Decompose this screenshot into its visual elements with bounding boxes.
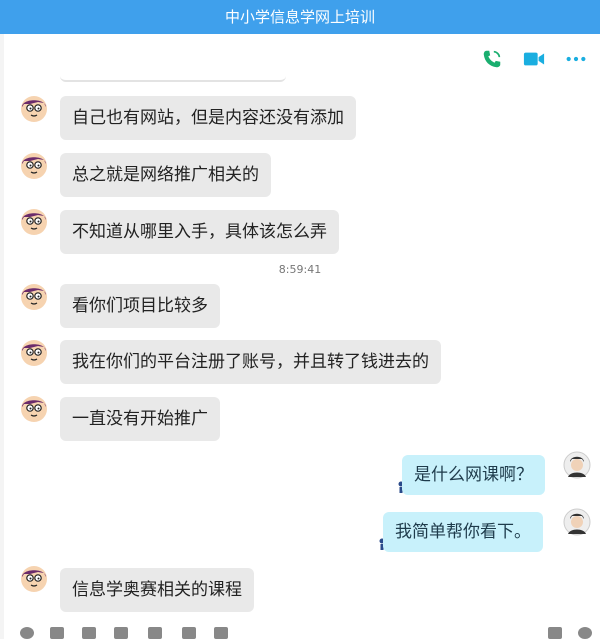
- message-bubble: 我简单帮你看下。: [383, 512, 543, 552]
- message-bubble: 不知道从哪里入手，具体该怎么弄: [60, 210, 339, 254]
- voice-icon[interactable]: [548, 627, 562, 639]
- contact-avatar[interactable]: [20, 395, 48, 423]
- scissors-icon[interactable]: [82, 627, 96, 639]
- message-bubble: 总之就是网络推广相关的: [60, 153, 271, 197]
- emoji-icon[interactable]: [20, 627, 34, 639]
- my-avatar[interactable]: [563, 508, 591, 536]
- window-title: 中小学信息学网上培训: [0, 0, 600, 34]
- contact-avatar[interactable]: [20, 283, 48, 311]
- my-avatar[interactable]: [563, 451, 591, 479]
- font-icon[interactable]: [50, 627, 64, 639]
- message-bubble: 信息学奥赛相关的课程: [60, 568, 254, 612]
- clock-icon[interactable]: [578, 627, 592, 639]
- message-timestamp: 8:59:41: [278, 263, 322, 276]
- contact-avatar[interactable]: [20, 152, 48, 180]
- image-icon[interactable]: [148, 627, 162, 639]
- contact-avatar[interactable]: [20, 208, 48, 236]
- contact-avatar[interactable]: [20, 95, 48, 123]
- contact-avatar[interactable]: [20, 565, 48, 593]
- document-icon[interactable]: [182, 627, 196, 639]
- input-toolbar: [0, 624, 600, 639]
- history-icon[interactable]: [214, 627, 228, 639]
- message-bubble: 自己也有网站，但是内容还没有添加: [60, 96, 356, 140]
- message-bubble: 我在你们的平台注册了账号，并且转了钱进去的: [60, 340, 441, 384]
- chat-history: 自己也有网站，但是内容还没有添加 总之就是网络推广相关的 不知道从哪里入手，具体…: [0, 60, 600, 620]
- contact-avatar[interactable]: [20, 339, 48, 367]
- folder-icon[interactable]: [114, 627, 128, 639]
- message-bubble: 是什么网课啊？: [402, 455, 545, 495]
- message-bubble: 看你们项目比较多: [60, 284, 220, 328]
- message-bubble: 一直没有开始推广: [60, 397, 220, 441]
